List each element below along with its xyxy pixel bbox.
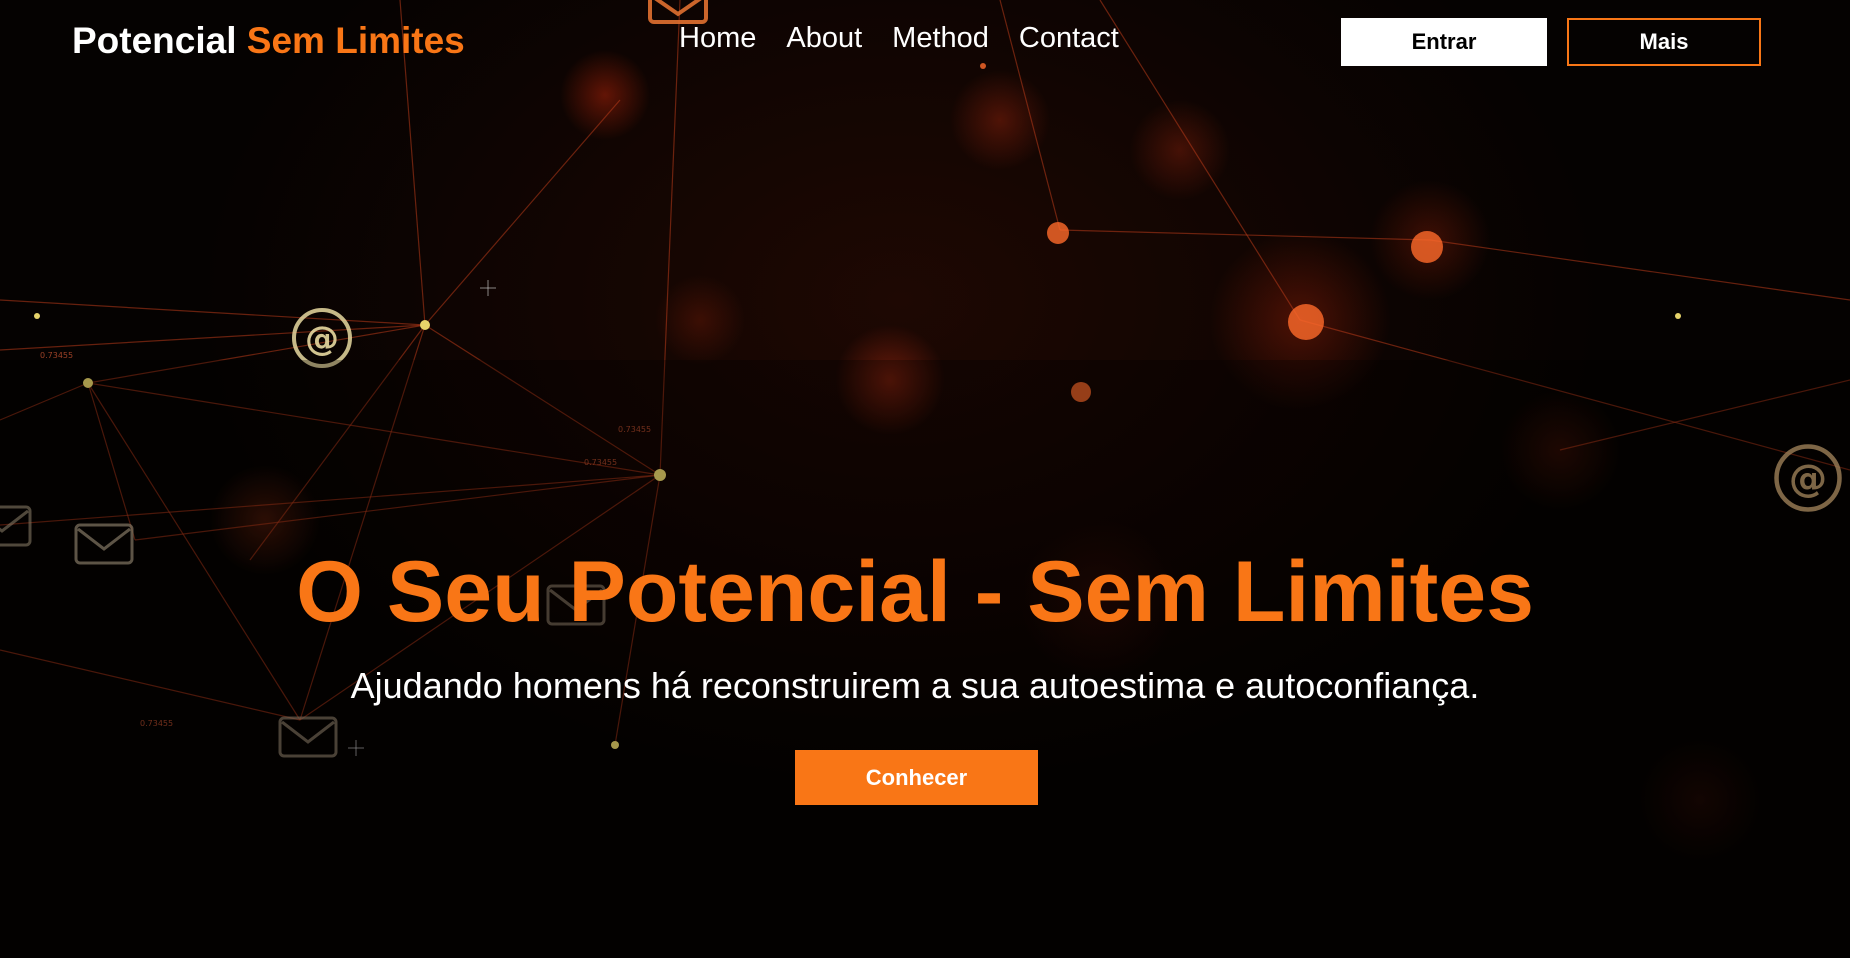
svg-text:0.73455: 0.73455 — [40, 351, 73, 360]
nav-item-contact[interactable]: Contact — [1019, 22, 1119, 55]
hero-subtitle: Ajudando homens há reconstruirem a sua a… — [350, 665, 1480, 706]
hero-overlay — [0, 360, 1850, 958]
brand-logo[interactable]: Potencial Sem Limites — [72, 20, 465, 62]
login-button[interactable]: Entrar — [1341, 18, 1547, 66]
brand-name-first: Potencial — [72, 20, 237, 61]
svg-text:@: @ — [305, 319, 339, 359]
main-nav: Home About Method Contact — [679, 22, 1119, 55]
more-button[interactable]: Mais — [1567, 18, 1761, 66]
nav-item-home[interactable]: Home — [679, 22, 756, 55]
nav-item-about[interactable]: About — [786, 22, 862, 55]
brand-name-second: Sem Limites — [246, 20, 465, 61]
nav-item-method[interactable]: Method — [892, 22, 989, 55]
learn-more-button[interactable]: Conhecer — [795, 750, 1038, 805]
hero-title: O Seu Potencial - Sem Limites — [296, 544, 1534, 640]
